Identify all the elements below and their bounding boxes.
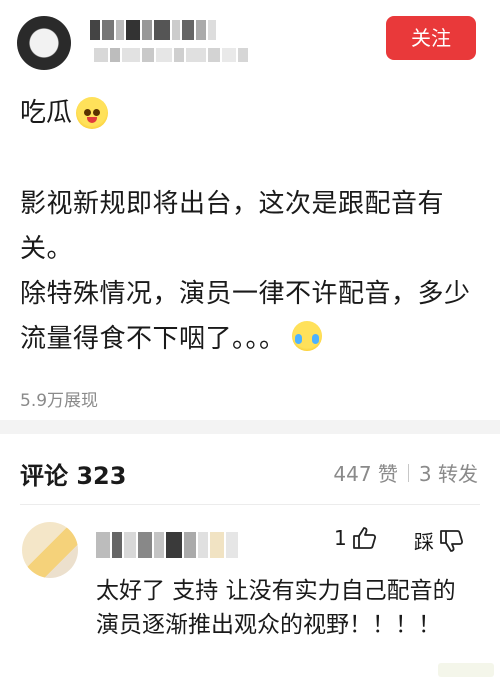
post-header: 关注 <box>0 0 500 82</box>
commenter-avatar[interactable] <box>22 522 78 578</box>
post-meta-blurred <box>94 48 248 62</box>
blush-emoji-icon <box>76 97 109 129</box>
author-avatar[interactable] <box>17 16 71 70</box>
stats-separator <box>407 463 409 482</box>
dislike-label: 踩 <box>414 530 434 554</box>
author-name-blurred[interactable] <box>90 20 216 40</box>
thumbs-up-icon[interactable] <box>351 526 377 550</box>
view-count: 5.9万展现 <box>20 391 99 411</box>
reposts-count[interactable]: 3 转发 <box>419 458 478 487</box>
comment-text: 太好了 支持 让没有实力自己配音的演员逐渐推出观众的视野！！！！ <box>96 574 476 642</box>
comment-like-count: 1 <box>334 526 347 550</box>
comment-dislike-action[interactable]: 踩 <box>414 526 464 555</box>
comment-like-action[interactable]: 1 <box>334 526 377 550</box>
post-title-line: 吃瓜 <box>20 96 109 130</box>
comments-header: 评论 323 447 赞 3 转发 <box>0 434 500 506</box>
watermark <box>438 663 494 677</box>
post-title: 吃瓜 <box>20 98 73 128</box>
cry-laugh-emoji-icon <box>291 321 322 351</box>
post-body: 影视新规即将出台，这次是跟配音有关。 除特殊情况，演员一律不许配音，多少流量得食… <box>20 182 480 362</box>
comments-title[interactable]: 评论 323 <box>20 456 126 491</box>
section-divider <box>0 420 500 434</box>
thumbs-down-icon[interactable] <box>438 529 464 553</box>
post-body-paragraph-1: 影视新规即将出台，这次是跟配音有关。 <box>20 189 445 264</box>
comments-divider <box>20 504 480 505</box>
post-body-paragraph-2: 除特殊情况，演员一律不许配音，多少流量得食不下咽了。。。 <box>20 272 480 362</box>
follow-button[interactable]: 关注 <box>386 16 476 60</box>
likes-count[interactable]: 447 赞 <box>333 458 398 487</box>
comment-body: 太好了 支持 让没有实力自己配音的演员逐渐推出观众的视野！！！！ <box>96 578 456 638</box>
commenter-name-blurred[interactable] <box>96 532 238 558</box>
post-stats: 447 赞 3 转发 <box>333 458 478 487</box>
post-body-paragraph-2-text: 除特殊情况，演员一律不许配音，多少流量得食不下咽了。。。 <box>20 279 471 354</box>
